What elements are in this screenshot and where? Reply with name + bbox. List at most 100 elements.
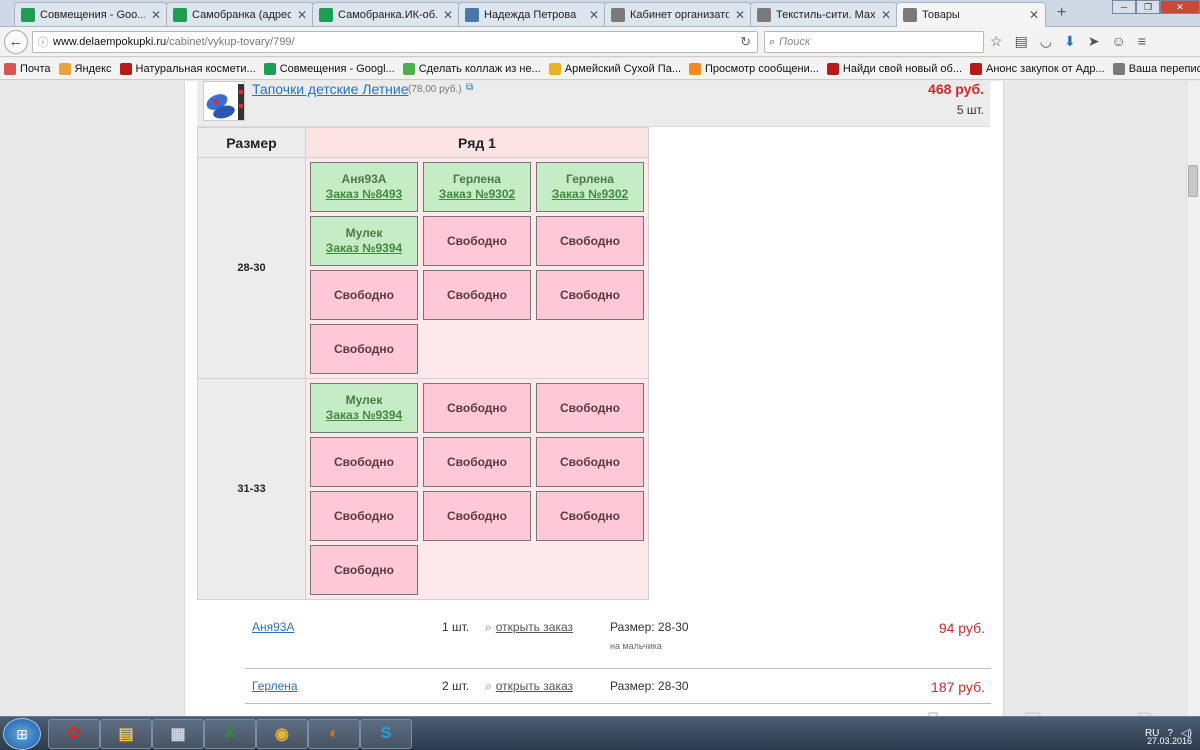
bookmark-item[interactable]: Сделать коллаж из не...	[402, 62, 541, 75]
tab-label: Товары	[922, 9, 960, 21]
slot-taken[interactable]: Мулек Заказ №9394	[310, 383, 418, 433]
download-icon[interactable]: ⬇	[1064, 33, 1076, 50]
explorer-taskbar-button[interactable]: ▤	[100, 719, 152, 749]
close-tab-icon[interactable]: ✕	[297, 8, 307, 22]
magnifier-icon: ⌕	[485, 679, 492, 693]
slot-taken[interactable]: Герлена Заказ №9302	[423, 162, 531, 212]
slot-order-link[interactable]: Заказ №9302	[439, 187, 515, 202]
browser-tab[interactable]: Совмещения - Goo... ✕	[14, 2, 168, 26]
bookmark-item[interactable]: Просмотр сообщени...	[689, 62, 819, 75]
slot-order-link[interactable]: Заказ №9394	[326, 408, 402, 423]
slot-free[interactable]: Свободно	[536, 491, 644, 541]
size-grid-table: Размер Ряд 1 28-30 Аня93А Заказ №8493 Герле…	[197, 127, 649, 600]
slot-buyer: Герлена	[566, 172, 614, 186]
window-close-button[interactable]: ✕	[1160, 0, 1200, 14]
excel-taskbar-button[interactable]: X	[204, 719, 256, 749]
close-tab-icon[interactable]: ✕	[1029, 8, 1039, 22]
browser-tab[interactable]: Самобранка (адрес... ✕	[166, 2, 314, 26]
window-controls: ─ ❐ ✕	[1112, 0, 1200, 14]
product-thumbnail[interactable]	[203, 81, 245, 121]
back-button[interactable]: ←	[4, 30, 28, 54]
bookmark-item[interactable]: Ваша переписка с Ste...	[1112, 62, 1200, 75]
close-tab-icon[interactable]: ✕	[151, 8, 161, 22]
open-order-link[interactable]: ⌕ открыть заказ	[485, 679, 573, 694]
slot-free[interactable]: Свободно	[310, 270, 418, 320]
bookmark-label: Ваша переписка с Ste...	[1128, 62, 1200, 75]
bookmark-favicon-icon	[970, 62, 982, 75]
slot-free[interactable]: Свободно	[536, 216, 644, 266]
reload-icon[interactable]: ↻	[740, 34, 751, 50]
maximize-button[interactable]: ❐	[1136, 0, 1160, 14]
external-link-icon[interactable]: ⧉	[466, 82, 473, 93]
menu-icon[interactable]: ≡	[1138, 33, 1146, 50]
slot-free[interactable]: Свободно	[536, 270, 644, 320]
slot-free[interactable]: Свободно	[423, 270, 531, 320]
slot-free[interactable]: Свободно	[310, 324, 418, 374]
open-order-label: открыть заказ	[495, 620, 574, 634]
skype-icon: S	[380, 725, 392, 742]
calculator-taskbar-button[interactable]: ▦	[152, 719, 204, 749]
send-icon[interactable]: ➤	[1088, 33, 1100, 50]
bookmark-favicon-icon	[402, 62, 415, 75]
browser-tab[interactable]: Текстиль-сити. Мах... ✕	[750, 2, 898, 26]
bookmark-item[interactable]: Анонс закупок от Адр...	[970, 62, 1105, 75]
browser-tab[interactable]: Надежда Петрова ✕	[458, 2, 606, 26]
close-tab-icon[interactable]: ✕	[443, 8, 453, 22]
order-price: 187 руб.	[931, 679, 985, 695]
order-buyer-link[interactable]: Аня93А	[252, 620, 294, 634]
bookmark-item[interactable]: Армейский Сухой Па...	[548, 62, 681, 75]
start-button[interactable]: ⊞	[3, 718, 41, 750]
system-tray: RU ? ◁) 27.03.2016	[1145, 716, 1192, 750]
pocket-icon[interactable]: ◡	[1040, 33, 1052, 50]
browser-tab[interactable]: Самобранка.ИК-об... ✕	[312, 2, 460, 26]
address-bar[interactable]: ⓘ www.delaempokupki.ru/cabinet/vykup-tov…	[32, 31, 758, 53]
scrollbar-thumb[interactable]	[1188, 165, 1198, 197]
browser-tab[interactable]: Кабинет организато... ✕	[604, 2, 752, 26]
chat-icon[interactable]: ☺	[1111, 33, 1125, 50]
bookmark-item[interactable]: Совмещения - Googl...	[263, 62, 395, 75]
product-total-price: 468 руб.	[928, 81, 984, 97]
excel-icon: X	[224, 725, 236, 742]
chrome-taskbar-button[interactable]: ◉	[256, 719, 308, 749]
slot-free[interactable]: Свободно	[310, 545, 418, 595]
bookmark-item[interactable]: Найди свой новый об...	[826, 62, 962, 75]
browser-tab-bar: + ─ ❐ ✕ Совмещения - Goo... ✕ Самобранка (…	[0, 0, 1200, 27]
bookmark-star-icon[interactable]: ☆	[990, 33, 1003, 50]
open-order-link[interactable]: ⌕ открыть заказ	[485, 620, 573, 635]
close-tab-icon[interactable]: ✕	[589, 8, 599, 22]
browser-tab[interactable]: Товары ✕	[896, 2, 1046, 27]
minimize-button[interactable]: ─	[1112, 0, 1136, 14]
close-tab-icon[interactable]: ✕	[881, 8, 891, 22]
slot-free[interactable]: Свободно	[536, 383, 644, 433]
reading-list-icon[interactable]: ▤	[1015, 33, 1028, 50]
bookmark-item[interactable]: Яндекс	[58, 62, 112, 75]
new-tab-button[interactable]: +	[1057, 4, 1066, 22]
opera-taskbar-button[interactable]: O	[48, 719, 100, 749]
slot-taken[interactable]: Герлена Заказ №9302	[536, 162, 644, 212]
slot-order-link[interactable]: Заказ №8493	[326, 187, 402, 202]
bookmark-item[interactable]: Почта	[4, 62, 51, 75]
slot-taken[interactable]: Мулек Заказ №9394	[310, 216, 418, 266]
slot-free[interactable]: Свободно	[423, 437, 531, 487]
close-tab-icon[interactable]: ✕	[735, 8, 745, 22]
bookmark-item[interactable]: Натуральная космети...	[119, 62, 256, 75]
chrome-icon: ◉	[275, 726, 289, 743]
product-name-link[interactable]: Тапочки детские Летние	[252, 81, 409, 97]
search-input[interactable]: ⌕ Поиск	[764, 31, 984, 53]
clock-date[interactable]: 27.03.2016	[1147, 736, 1192, 746]
slot-free[interactable]: Свободно	[423, 383, 531, 433]
slot-free[interactable]: Свободно	[423, 491, 531, 541]
firefox-taskbar-button[interactable]: ◐	[308, 719, 360, 749]
slot-free[interactable]: Свободно	[310, 437, 418, 487]
slot-order-link[interactable]: Заказ №9302	[552, 187, 628, 202]
order-quantity: 1 шт.	[442, 620, 470, 634]
slot-free[interactable]: Свободно	[536, 437, 644, 487]
info-icon[interactable]: ⓘ	[33, 34, 53, 50]
calculator-icon: ▦	[170, 726, 186, 743]
slot-taken[interactable]: Аня93А Заказ №8493	[310, 162, 418, 212]
slot-free[interactable]: Свободно	[423, 216, 531, 266]
slot-free[interactable]: Свободно	[310, 491, 418, 541]
slot-order-link[interactable]: Заказ №9394	[326, 241, 402, 256]
skype-taskbar-button[interactable]: S	[360, 719, 412, 749]
order-buyer-link[interactable]: Герлена	[252, 679, 298, 693]
